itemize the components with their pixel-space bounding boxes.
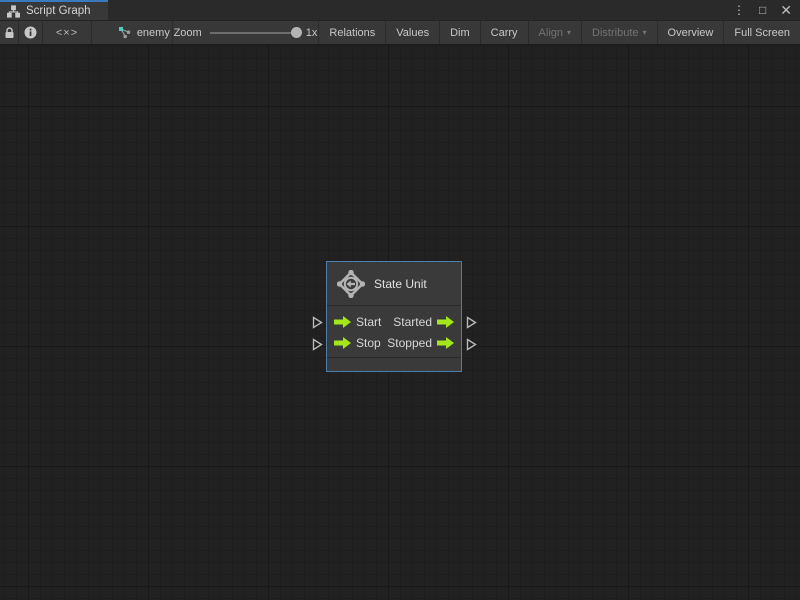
breadcrumb-graph-name: enemy	[136, 26, 170, 39]
chevron-down-icon: ▾	[567, 28, 572, 37]
port-connector-icon[interactable]	[312, 316, 323, 329]
zoom-label: Zoom	[173, 26, 202, 39]
relations-button[interactable]: Relations	[319, 21, 387, 44]
port-label: Started	[393, 314, 432, 329]
zoom-slider[interactable]	[209, 26, 302, 38]
tab-title: Script Graph	[26, 5, 91, 17]
port-label: Start	[356, 314, 382, 329]
distribute-dropdown[interactable]: Distribute ▾	[582, 21, 658, 44]
flow-arrow-icon	[334, 336, 351, 349]
carry-button[interactable]: Carry	[481, 21, 529, 44]
node-header[interactable]: State Unit	[327, 262, 461, 306]
node-title: State Unit	[374, 276, 427, 291]
window-controls: ⋮ □ ✕	[733, 0, 800, 20]
align-label: Align	[538, 26, 564, 39]
port-label: Stopped	[387, 335, 432, 350]
graph-breadcrumb[interactable]: enemy	[92, 21, 173, 44]
zoom-slider-handle[interactable]	[290, 26, 302, 38]
align-dropdown[interactable]: Align ▾	[529, 21, 583, 44]
graph-toolbar: <×> enemy Zoom 1x Relations Values Dim C…	[0, 21, 800, 45]
chevron-down-icon: ▾	[642, 28, 647, 37]
distribute-label: Distribute	[592, 26, 639, 39]
lock-button[interactable]	[0, 21, 20, 44]
graph-hierarchy-icon	[7, 4, 20, 18]
port-connector-icon[interactable]	[466, 338, 477, 351]
flow-arrow-icon	[437, 315, 454, 328]
window-maximize-icon[interactable]: □	[759, 4, 766, 16]
code-view-label: <×>	[55, 26, 79, 39]
full-screen-button[interactable]: Full Screen	[724, 21, 800, 44]
node-ports: Start Started Stop Stopped	[327, 306, 461, 358]
tab-script-graph[interactable]: Script Graph	[0, 0, 108, 20]
info-button[interactable]	[19, 21, 44, 44]
window-menu-icon[interactable]: ⋮	[733, 4, 745, 16]
port-connector-icon[interactable]	[312, 338, 323, 351]
flow-arrow-icon	[334, 315, 351, 328]
dim-button[interactable]: Dim	[440, 21, 481, 44]
zoom-value: 1x	[305, 26, 318, 39]
script-graph-window: Script Graph ⋮ □ ✕ <×> enemy Zoom 1x Rel…	[0, 0, 800, 600]
graph-reference-icon	[118, 27, 131, 39]
tab-bar: Script Graph ⋮ □ ✕	[0, 0, 800, 21]
output-port-started[interactable]: Started	[393, 315, 454, 329]
flow-arrow-icon	[437, 336, 454, 349]
zoom-control: Zoom 1x	[173, 21, 320, 44]
overview-button[interactable]: Overview	[658, 21, 725, 44]
window-close-icon[interactable]: ✕	[780, 3, 792, 17]
state-unit-node[interactable]: State Unit Start Started Stop Stopped	[326, 261, 462, 372]
code-view-toggle[interactable]: <×>	[43, 21, 92, 44]
lock-icon	[5, 26, 14, 38]
input-port-stop[interactable]: Stop	[334, 336, 381, 350]
node-footer	[327, 358, 461, 371]
port-connector-icon[interactable]	[466, 316, 477, 329]
output-port-stopped[interactable]: Stopped	[387, 336, 454, 350]
input-port-start[interactable]: Start	[334, 315, 381, 329]
values-button[interactable]: Values	[386, 21, 441, 44]
port-label: Stop	[356, 335, 381, 350]
info-icon	[24, 26, 37, 39]
graph-canvas[interactable]: State Unit Start Started Stop Stopped	[0, 45, 800, 600]
state-unit-icon	[337, 269, 365, 298]
